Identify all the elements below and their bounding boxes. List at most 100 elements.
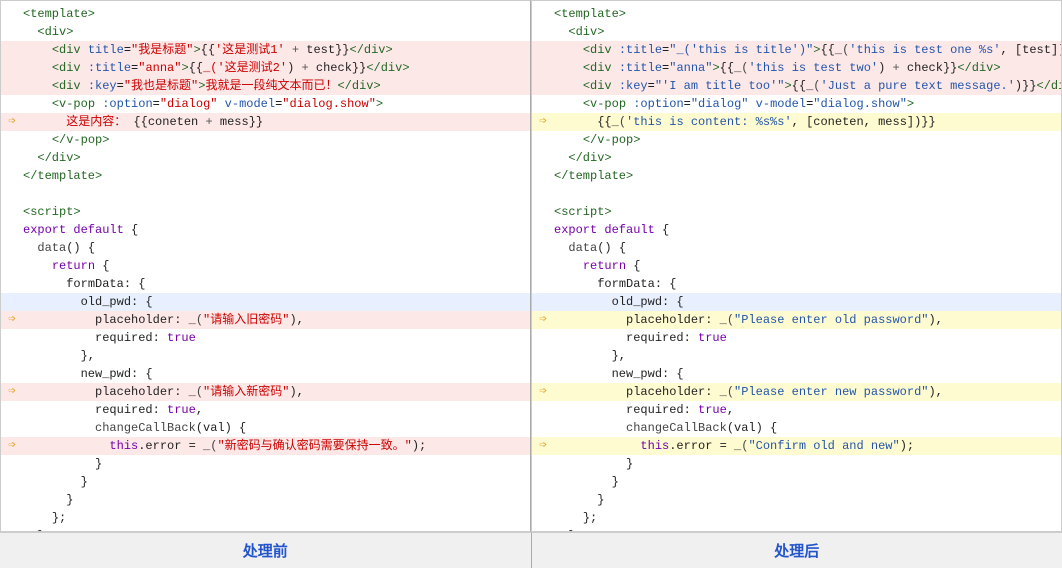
after-panel: <template> <div> <div :title="_('this is… [531, 0, 1062, 532]
before-code[interactable]: <template> <div> <div title="我是标题">{{'这是… [1, 1, 530, 531]
line-content: </template> [23, 167, 530, 185]
code-line: <div :key="我也是标题">我就是一段纯文本而已！</div> [1, 77, 530, 95]
code-line: }, [532, 347, 1061, 365]
code-line: ➩ this.error = _("新密码与确认密码需要保持一致。"); [1, 437, 530, 455]
line-content: <div> [23, 23, 530, 41]
code-line: old_pwd: { [532, 293, 1061, 311]
code-line: </template> [532, 167, 1061, 185]
line-content: changeCallBack(val) { [23, 419, 530, 437]
after-code[interactable]: <template> <div> <div :title="_('this is… [532, 1, 1061, 531]
code-line: ➩ placeholder: _("Please enter old passw… [532, 311, 1061, 329]
code-line: } [532, 455, 1061, 473]
code-line: changeCallBack(val) { [532, 419, 1061, 437]
after-label: 处理后 [532, 532, 1062, 568]
line-content: data() { [554, 239, 1061, 257]
line-content: } [23, 491, 530, 509]
line-content: }; [554, 509, 1061, 527]
line-content: <div :title="anna">{{_('this is test two… [554, 59, 1061, 77]
code-line: formData: { [1, 275, 530, 293]
line-content: } [554, 455, 1061, 473]
before-panel: <template> <div> <div title="我是标题">{{'这是… [0, 0, 531, 532]
code-line: ➩ placeholder: _("请输入旧密码"), [1, 311, 530, 329]
code-line: <v-pop :option="dialog" v-model="dialog.… [532, 95, 1061, 113]
line-content: placeholder: _("Please enter new passwor… [554, 383, 1061, 401]
line-content: <div :key="'I am title too'">{{_('Just a… [554, 77, 1061, 95]
code-line: old_pwd: { [1, 293, 530, 311]
line-content: }, [23, 347, 530, 365]
line-content: required: true, [23, 401, 530, 419]
line-content: placeholder: _("请输入旧密码"), [23, 311, 530, 329]
line-content: formData: { [554, 275, 1061, 293]
code-line: } [1, 455, 530, 473]
code-line: ➩ {{_('this is content: %s%s', [coneten,… [532, 113, 1061, 131]
code-line: required: true [532, 329, 1061, 347]
code-line: <div :title="anna">{{_('这是测试2') + check}… [1, 59, 530, 77]
code-line: ➩ placeholder: _("请输入新密码"), [1, 383, 530, 401]
line-content: <div title="我是标题">{{'这是测试1' + test}}</di… [23, 41, 530, 59]
line-content: old_pwd: { [554, 293, 1061, 311]
line-content: } [23, 473, 530, 491]
line-content: export default { [554, 221, 1061, 239]
line-content: required: true [23, 329, 530, 347]
code-line: </v-pop> [1, 131, 530, 149]
line-content: <v-pop :option="dialog" v-model="dialog.… [554, 95, 1061, 113]
code-line: ➩ placeholder: _("Please enter new passw… [532, 383, 1061, 401]
line-arrow: ➩ [532, 437, 554, 455]
code-line: <script> [1, 203, 530, 221]
code-line: </template> [1, 167, 530, 185]
code-line: }; [532, 509, 1061, 527]
code-line: new_pwd: { [532, 365, 1061, 383]
before-label: 处理前 [0, 532, 532, 568]
footer: 处理前 处理后 [0, 532, 1062, 568]
code-line: <script> [532, 203, 1061, 221]
line-content: <div :title="anna">{{_('这是测试2') + check}… [23, 59, 530, 77]
line-arrow: ➩ [1, 383, 23, 401]
line-content: new_pwd: { [554, 365, 1061, 383]
code-line: required: true, [1, 401, 530, 419]
line-content: <template> [554, 5, 1061, 23]
code-line: export default { [1, 221, 530, 239]
code-line: } [1, 527, 530, 531]
line-content: formData: { [23, 275, 530, 293]
line-content: <script> [554, 203, 1061, 221]
code-line: data() { [532, 239, 1061, 257]
line-content: }; [23, 509, 530, 527]
code-line: new_pwd: { [1, 365, 530, 383]
line-content: required: true, [554, 401, 1061, 419]
code-line: ➩ this.error = _("Confirm old and new"); [532, 437, 1061, 455]
line-content: <div :title="_('this is title')">{{_('th… [554, 41, 1061, 59]
line-content: placeholder: _("Please enter old passwor… [554, 311, 1061, 329]
line-content: </div> [554, 149, 1061, 167]
code-line: }, [1, 347, 530, 365]
line-content: return { [554, 257, 1061, 275]
code-line: return { [532, 257, 1061, 275]
line-content: <div :key="我也是标题">我就是一段纯文本而已！</div> [23, 77, 530, 95]
line-content: this.error = _("新密码与确认密码需要保持一致。"); [23, 437, 530, 455]
code-line: return { [1, 257, 530, 275]
code-line: <div title="我是标题">{{'这是测试1' + test}}</di… [1, 41, 530, 59]
code-line: <v-pop :option="dialog" v-model="dialog.… [1, 95, 530, 113]
code-line: </v-pop> [532, 131, 1061, 149]
code-line [1, 185, 530, 203]
line-content: }, [554, 347, 1061, 365]
code-line: } [1, 473, 530, 491]
code-line: <div :title="_('this is title')">{{_('th… [532, 41, 1061, 59]
line-arrow: ➩ [532, 383, 554, 401]
line-content: } [554, 527, 1061, 531]
code-line: <div> [1, 23, 530, 41]
code-line: changeCallBack(val) { [1, 419, 530, 437]
code-line: </div> [1, 149, 530, 167]
line-content: new_pwd: { [23, 365, 530, 383]
line-content: </div> [23, 149, 530, 167]
line-content: </v-pop> [23, 131, 530, 149]
line-content: changeCallBack(val) { [554, 419, 1061, 437]
line-content: old_pwd: { [23, 293, 530, 311]
code-line: formData: { [532, 275, 1061, 293]
line-content: <template> [23, 5, 530, 23]
line-arrow: ➩ [1, 437, 23, 455]
code-line: required: true [1, 329, 530, 347]
line-content: } [554, 491, 1061, 509]
code-line: required: true, [532, 401, 1061, 419]
line-content: this.error = _("Confirm old and new"); [554, 437, 1061, 455]
line-content: <div> [554, 23, 1061, 41]
